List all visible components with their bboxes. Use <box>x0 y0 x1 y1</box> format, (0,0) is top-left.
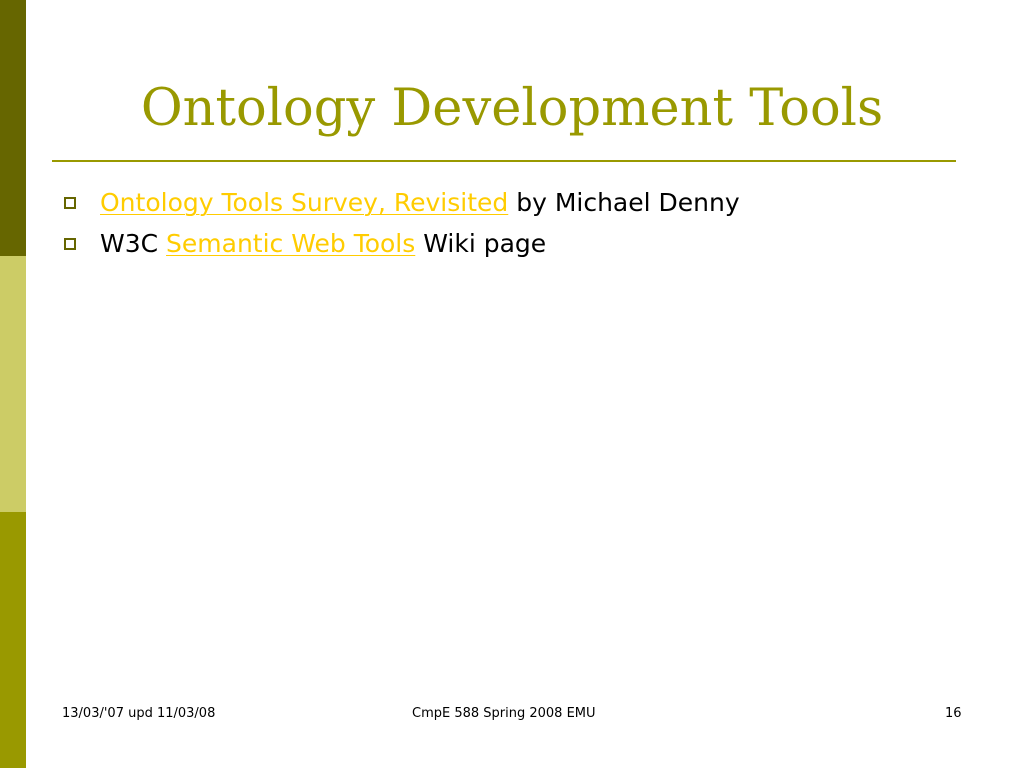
bullet-text-suffix: Wiki page <box>415 229 547 258</box>
bullet-text-author: by Michael Denny <box>508 188 740 217</box>
bullet-item-semantic-web-tools: W3C Semantic Web Tools Wiki page <box>64 225 740 266</box>
slide: Ontology Development Tools Ontology Tool… <box>0 0 1024 768</box>
footer-slide-number: 16 <box>945 706 962 721</box>
bullet-text-prefix: W3C <box>100 229 167 258</box>
hollow-square-bullet-icon <box>64 238 76 250</box>
sidebar-light-segment <box>0 256 26 512</box>
bullet-item-ontology-tools-survey: Ontology Tools Survey, Revisited by Mich… <box>64 184 740 225</box>
title-underline-rule <box>52 160 956 162</box>
sidebar-dark-segment <box>0 0 26 256</box>
slide-title: Ontology Development Tools <box>140 79 884 138</box>
semantic-web-tools-link[interactable]: Semantic Web Tools <box>166 229 415 258</box>
bullet-list: Ontology Tools Survey, Revisited by Mich… <box>64 184 740 266</box>
footer-course: CmpE 588 Spring 2008 EMU <box>412 706 596 721</box>
footer-date: 13/03/'07 upd 11/03/08 <box>62 706 216 721</box>
hollow-square-bullet-icon <box>64 197 76 209</box>
sidebar-mid-segment <box>0 512 26 768</box>
ontology-tools-survey-link[interactable]: Ontology Tools Survey, Revisited <box>100 188 508 217</box>
